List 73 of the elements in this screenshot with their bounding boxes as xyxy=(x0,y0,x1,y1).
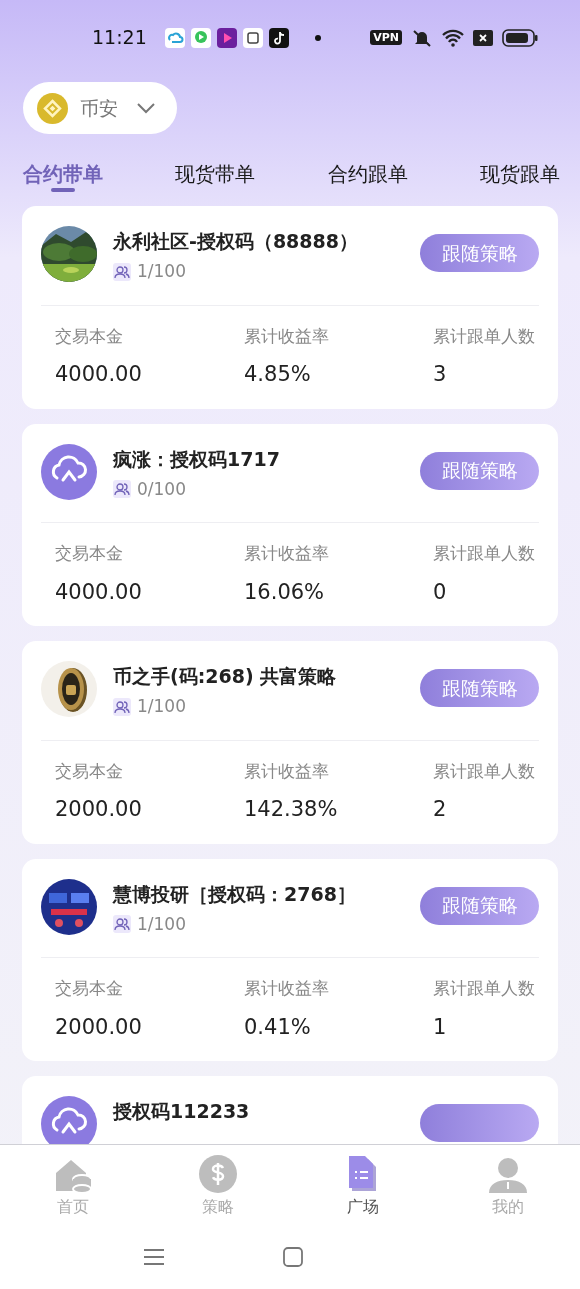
tab[interactable]: 现货带单 xyxy=(175,156,256,192)
tab[interactable]: 合约带单 xyxy=(23,156,103,192)
stat-label: 累计收益率 xyxy=(244,324,330,348)
stat-value: 0.41% xyxy=(244,1013,312,1041)
strategy-title: 慧博投研［授权码：2768］ xyxy=(113,881,357,907)
stat-label: 累计收益率 xyxy=(244,977,330,1000)
stat-value: 142.38% xyxy=(244,796,339,823)
house-coins-icon xyxy=(53,1157,92,1193)
stat-label: 累计跟单人数 xyxy=(433,977,536,1000)
stat-value: 1 xyxy=(433,1013,448,1041)
stat-label: 累计跟单人数 xyxy=(433,759,536,783)
document-list-icon xyxy=(346,1155,379,1193)
strategy-title: 永利社区-授权码（88888） xyxy=(113,229,359,254)
music-note-app-icon xyxy=(268,27,289,48)
diamond-coin-icon xyxy=(37,92,68,124)
stat-value: 3 xyxy=(433,361,448,388)
strategy-title: 疯涨：授权码1717 xyxy=(113,446,281,472)
stat-label: 交易本金 xyxy=(55,759,124,783)
stat-value: 0 xyxy=(433,578,448,606)
stat-label: 累计收益率 xyxy=(244,542,330,565)
nav-tab[interactable]: 策略 xyxy=(145,1153,290,1225)
cloud-app-icon xyxy=(164,27,185,48)
users-icon xyxy=(113,915,131,934)
tab[interactable]: 现货跟单 xyxy=(480,156,560,192)
nav-tab[interactable]: 我的 xyxy=(435,1153,580,1225)
stat-label: 累计收益率 xyxy=(244,759,330,783)
stat-value: 2 xyxy=(433,796,448,823)
muted-bell-icon xyxy=(411,27,433,48)
follow-strategy-button[interactable]: 跟随策略 xyxy=(420,234,539,272)
users-icon xyxy=(113,697,131,716)
wifi-icon xyxy=(442,28,464,47)
cloud-logo-icon xyxy=(41,443,97,500)
dollar-icon xyxy=(198,1155,237,1193)
chevron-down-icon xyxy=(136,102,156,114)
follower-count: 1/100 xyxy=(137,260,186,283)
tab-indicator xyxy=(51,188,75,192)
home-square-icon[interactable] xyxy=(283,1247,303,1267)
stat-label: 累计跟单人数 xyxy=(433,542,536,565)
vpn-badge: VPN xyxy=(370,30,402,45)
strategy-title: 币之手(码:268) 共富策略 xyxy=(113,664,338,689)
tab[interactable]: 合约跟单 xyxy=(327,156,408,192)
stat-label: 累计跟单人数 xyxy=(433,324,536,348)
user-icon xyxy=(487,1157,528,1193)
stat-value: 16.06% xyxy=(244,578,326,606)
nav-tab[interactable]: 广场 xyxy=(290,1153,435,1225)
stat-label: 交易本金 xyxy=(55,977,124,1000)
status-time: 11:21 xyxy=(92,25,147,51)
dot-icon xyxy=(314,34,321,41)
stat-value: 4000.00 xyxy=(55,578,143,606)
strategy-title: 授权码112233 xyxy=(113,1099,251,1124)
nav-tab[interactable]: 首页 xyxy=(0,1153,145,1225)
exchange-selector[interactable]: 币安 xyxy=(23,82,177,134)
battery-icon xyxy=(502,28,538,47)
follower-count: 0/100 xyxy=(137,477,186,501)
stat-value: 2000.00 xyxy=(55,796,143,823)
sticker-app-icon xyxy=(242,27,263,48)
sim-off-icon xyxy=(473,29,493,46)
follow-strategy-button[interactable]: 跟随策略 xyxy=(420,669,539,707)
stat-value: 4000.00 xyxy=(55,361,143,388)
video-app-icon xyxy=(216,27,237,48)
menu-icon[interactable] xyxy=(143,1248,165,1266)
follower-count: 1/100 xyxy=(137,912,186,936)
stat-value: 4.85% xyxy=(244,361,312,388)
users-icon xyxy=(113,480,131,499)
follow-strategy-button[interactable] xyxy=(420,1104,539,1142)
stat-label: 交易本金 xyxy=(55,542,124,565)
stat-label: 交易本金 xyxy=(55,324,124,348)
follower-count: 1/100 xyxy=(137,695,186,718)
follow-strategy-button[interactable]: 跟随策略 xyxy=(420,451,539,490)
stat-value: 2000.00 xyxy=(55,1013,143,1041)
follow-strategy-button[interactable]: 跟随策略 xyxy=(420,886,539,925)
play-app-icon xyxy=(190,27,211,48)
users-icon xyxy=(113,262,131,281)
